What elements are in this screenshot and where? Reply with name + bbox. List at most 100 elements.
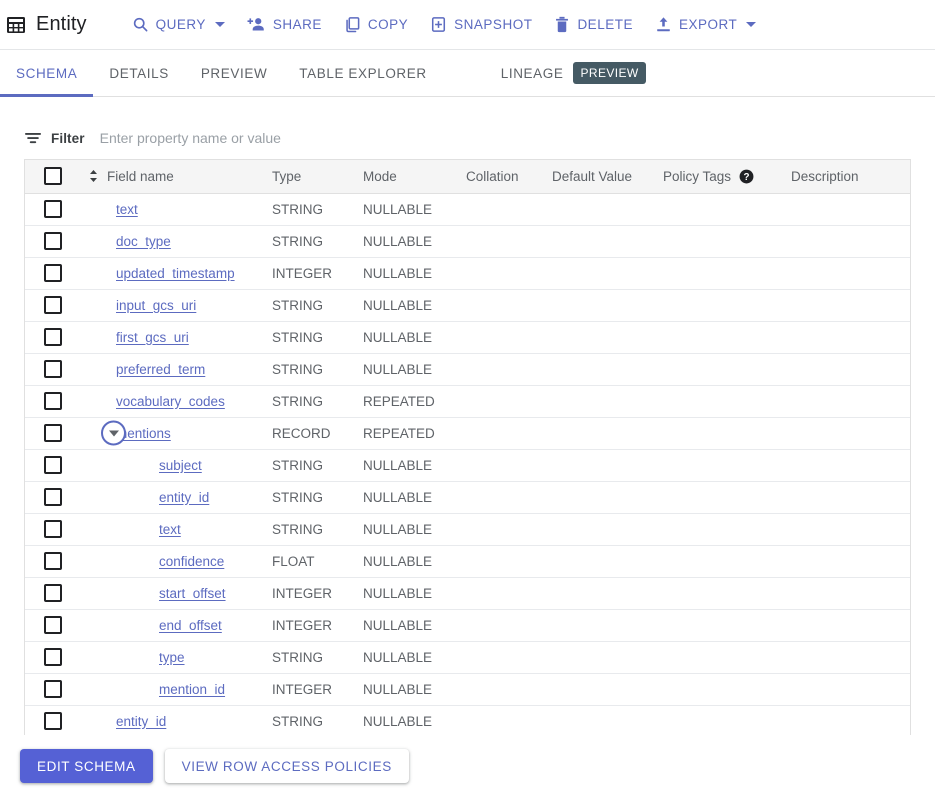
schema-table-container: Field name Type Mode Collation Default V… — [24, 159, 911, 738]
row-checkbox[interactable] — [44, 296, 62, 314]
field-name-link[interactable]: input_gcs_uri — [116, 298, 196, 313]
collation-cell — [466, 321, 552, 353]
field-name-link[interactable]: subject — [159, 458, 202, 473]
share-button[interactable]: SHARE — [236, 10, 333, 39]
policy-tags-cell — [663, 257, 791, 289]
default-value-cell — [552, 225, 663, 257]
default-value-cell — [552, 417, 663, 449]
export-button[interactable]: EXPORT — [644, 10, 767, 39]
field-name-link[interactable]: mention_id — [159, 682, 225, 697]
tab-schema[interactable]: SCHEMA — [0, 50, 94, 97]
description-cell — [791, 705, 910, 737]
field-name-link[interactable]: start_offset — [159, 586, 226, 601]
field-name-cell: confidence — [72, 545, 272, 577]
filter-list-icon[interactable] — [24, 129, 42, 147]
field-name-link[interactable]: type — [159, 650, 185, 665]
expand-collapse-toggle[interactable] — [101, 420, 126, 446]
field-name-cell: subject — [72, 449, 272, 481]
table-row: type STRING NULLABLE — [25, 641, 910, 673]
field-name-link[interactable]: text — [116, 202, 138, 217]
header-collation: Collation — [466, 160, 552, 194]
tab-preview[interactable]: PREVIEW — [185, 50, 283, 96]
row-checkbox-cell — [25, 257, 72, 289]
row-checkbox[interactable] — [44, 616, 62, 634]
field-name-cell: first_gcs_uri — [72, 321, 272, 353]
tab-details[interactable]: DETAILS — [93, 50, 184, 96]
row-checkbox[interactable] — [44, 328, 62, 346]
row-checkbox[interactable] — [44, 552, 62, 570]
row-checkbox-cell — [25, 641, 72, 673]
row-checkbox[interactable] — [44, 712, 62, 730]
row-checkbox[interactable] — [44, 520, 62, 538]
trash-icon — [554, 16, 570, 33]
lineage-preview-badge[interactable]: PREVIEW — [573, 62, 646, 84]
query-button[interactable]: QUERY — [121, 10, 236, 39]
edit-schema-button[interactable]: EDIT SCHEMA — [20, 749, 153, 783]
copy-button-label: COPY — [367, 17, 409, 32]
row-checkbox[interactable] — [44, 232, 62, 250]
page-title: Entity — [36, 13, 87, 35]
field-name-cell: vocabulary_codes — [72, 385, 272, 417]
tab-lineage[interactable]: LINEAGE — [443, 50, 574, 96]
field-name-link[interactable]: updated_timestamp — [116, 266, 235, 281]
field-name-cell: updated_timestamp — [72, 257, 272, 289]
row-checkbox[interactable] — [44, 680, 62, 698]
field-name-link[interactable]: text — [159, 522, 181, 537]
default-value-cell — [552, 193, 663, 225]
description-cell — [791, 193, 910, 225]
collation-cell — [466, 385, 552, 417]
tab-table-explorer[interactable]: TABLE EXPLORER — [283, 50, 442, 96]
export-button-label: EXPORT — [678, 17, 738, 32]
description-cell — [791, 481, 910, 513]
field-name-link[interactable]: preferred_term — [116, 362, 205, 377]
collation-cell — [466, 577, 552, 609]
row-checkbox[interactable] — [44, 488, 62, 506]
policy-tags-cell — [663, 705, 791, 737]
field-name-link[interactable]: entity_id — [116, 714, 166, 729]
filter-section: Filter — [0, 97, 935, 159]
row-checkbox[interactable] — [44, 200, 62, 218]
delete-button[interactable]: DELETE — [543, 10, 644, 39]
field-name-link[interactable]: entity_id — [159, 490, 209, 505]
field-name-link[interactable]: first_gcs_uri — [116, 330, 189, 345]
table-row: entity_id STRING NULLABLE — [25, 481, 910, 513]
row-checkbox[interactable] — [44, 360, 62, 378]
row-checkbox[interactable] — [44, 584, 62, 602]
row-checkbox[interactable] — [44, 648, 62, 666]
select-all-checkbox[interactable] — [44, 167, 62, 186]
row-checkbox[interactable] — [44, 392, 62, 410]
row-checkbox[interactable] — [44, 424, 62, 442]
schema-table-header-row: Field name Type Mode Collation Default V… — [25, 160, 910, 194]
default-value-cell — [552, 705, 663, 737]
mode-cell: NULLABLE — [363, 265, 433, 281]
filter-input[interactable] — [93, 130, 911, 146]
table-row: end_offset INTEGER NULLABLE — [25, 609, 910, 641]
select-all-header-cell — [25, 160, 72, 194]
row-checkbox-cell — [25, 289, 72, 321]
type-cell: INTEGER — [272, 265, 333, 281]
schema-table-body: text STRING NULLABLE doc_type STRING NULLABLE… — [25, 193, 910, 737]
field-name-link[interactable]: end_offset — [159, 618, 222, 633]
field-name-link[interactable]: confidence — [159, 554, 224, 569]
copy-button[interactable]: COPY — [333, 10, 419, 39]
field-name-link[interactable]: vocabulary_codes — [116, 394, 225, 409]
header-policy-tags: Policy Tags ? — [663, 160, 791, 194]
field-name-cell: text — [72, 513, 272, 545]
bigquery-table-page: Entity QUERY SHARE COPY SNAPSHOT DELETE … — [0, 0, 935, 797]
table-row: vocabulary_codes STRING REPEATED — [25, 385, 910, 417]
field-name-link[interactable]: doc_type — [116, 234, 171, 249]
header-field-name[interactable]: Field name — [72, 160, 272, 194]
title-block: Entity — [6, 13, 87, 36]
row-checkbox[interactable] — [44, 264, 62, 282]
sort-updown-icon[interactable] — [88, 169, 99, 183]
view-row-access-policies-button[interactable]: VIEW ROW ACCESS POLICIES — [164, 749, 409, 783]
default-value-cell — [552, 513, 663, 545]
row-checkbox[interactable] — [44, 456, 62, 474]
type-cell: RECORD — [272, 425, 331, 441]
table-row: confidence FLOAT NULLABLE — [25, 545, 910, 577]
snapshot-button[interactable]: SNAPSHOT — [419, 10, 543, 39]
description-cell — [791, 289, 910, 321]
row-checkbox-cell — [25, 481, 72, 513]
help-circle-icon[interactable]: ? — [739, 169, 754, 184]
header-description: Description — [791, 160, 910, 194]
